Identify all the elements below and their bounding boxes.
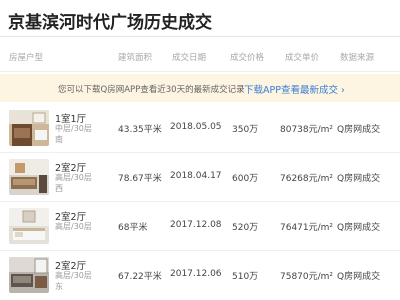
header-unit-price: 成交单价 xyxy=(285,53,320,63)
row-unit-price: 76471元/m² xyxy=(280,223,334,233)
header-source: 数据来源 xyxy=(340,53,375,63)
header-divider xyxy=(0,71,400,72)
row-floor-orientation: 高层/30层 西 xyxy=(55,172,92,194)
download-app-link[interactable]: 下载APP查看最新成交 › xyxy=(244,82,345,96)
table-header: 房屋户型 建筑面积 成交日期 成交价格 成交单价 数据来源 xyxy=(0,51,400,65)
row-unit-price: 76268元/m² xyxy=(280,174,334,184)
row-date: 2018.05.05 xyxy=(170,122,222,132)
table-row[interactable]: 1室1厅 中层/30层 南 43.35平米 2018.05.05 350万 80… xyxy=(0,104,400,152)
row-source: Q房网成交 xyxy=(337,125,381,135)
row-floor: 高层/30层 xyxy=(55,222,92,231)
row-source: Q房网成交 xyxy=(337,272,381,282)
row-date: 2017.12.06 xyxy=(170,269,222,279)
banner-message: 您可以下载Q房网APP查看近30天的最新成交记录 xyxy=(58,85,245,95)
row-floor-orientation: 高层/30层 xyxy=(55,221,92,232)
row-unit-price: 75870元/m² xyxy=(280,272,334,282)
listing-thumbnail xyxy=(9,208,49,244)
row-unit-price: 80738元/m² xyxy=(280,125,334,135)
table-row[interactable]: 2室2厅 高层/30层 东 67.22平米 2017.12.06 510万 75… xyxy=(0,251,400,299)
row-price: 510万 xyxy=(232,272,259,282)
row-floor-orientation: 高层/30层 东 xyxy=(55,270,92,292)
table-row[interactable]: 2室2厅 高层/30层 68平米 2017.12.08 520万 76471元/… xyxy=(0,202,400,250)
row-area: 67.22平米 xyxy=(118,272,162,282)
title-divider xyxy=(0,36,400,37)
row-price: 350万 xyxy=(232,125,259,135)
header-date: 成交日期 xyxy=(172,53,207,63)
row-price: 600万 xyxy=(232,174,259,184)
row-area: 43.35平米 xyxy=(118,125,162,135)
row-source: Q房网成交 xyxy=(337,174,381,184)
header-price: 成交价格 xyxy=(230,53,265,63)
row-price: 520万 xyxy=(232,223,259,233)
row-floor: 高层/30层 xyxy=(55,173,92,182)
header-layout: 房屋户型 xyxy=(9,53,44,63)
row-date: 2017.12.08 xyxy=(170,220,222,230)
app-download-banner: 您可以下载Q房网APP查看近30天的最新成交记录 下载APP查看最新成交 › xyxy=(0,74,400,102)
header-area: 建筑面积 xyxy=(118,53,153,63)
listing-thumbnail xyxy=(9,257,49,293)
row-orientation: 东 xyxy=(55,282,63,291)
row-orientation: 南 xyxy=(55,135,63,144)
page-title: 京基滨河时代广场历史成交 xyxy=(8,13,212,33)
table-row[interactable]: 2室2厅 高层/30层 西 78.67平米 2018.04.17 600万 76… xyxy=(0,153,400,201)
row-area: 68平米 xyxy=(118,223,148,233)
row-floor: 中层/30层 xyxy=(55,124,92,133)
row-source: Q房网成交 xyxy=(337,223,381,233)
transaction-history-page: 京基滨河时代广场历史成交 房屋户型 建筑面积 成交日期 成交价格 成交单价 数据… xyxy=(0,0,400,300)
row-floor: 高层/30层 xyxy=(55,271,92,280)
row-area: 78.67平米 xyxy=(118,174,162,184)
listing-thumbnail xyxy=(9,159,49,195)
row-orientation: 西 xyxy=(55,184,63,193)
row-floor-orientation: 中层/30层 南 xyxy=(55,123,92,145)
row-date: 2018.04.17 xyxy=(170,171,222,181)
listing-thumbnail xyxy=(9,110,49,146)
